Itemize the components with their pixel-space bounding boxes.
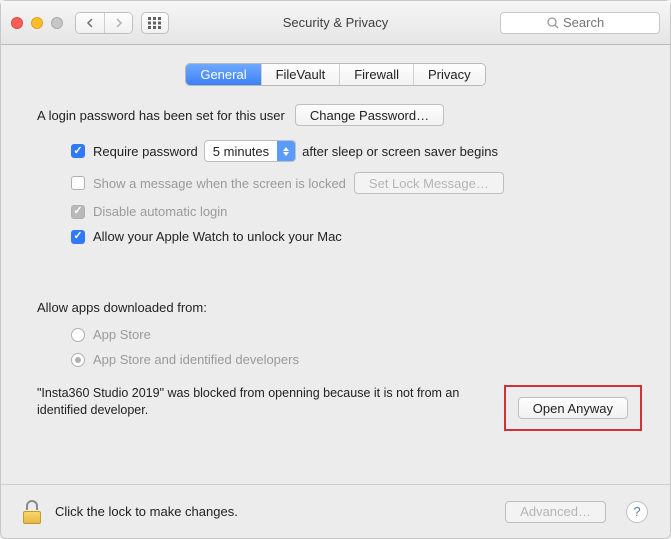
downloads-section-label: Allow apps downloaded from: (37, 300, 642, 315)
app-store-label: App Store (93, 327, 151, 342)
tab-firewall[interactable]: Firewall (339, 64, 413, 85)
require-password-row: Require password 5 minutes after sleep o… (71, 140, 642, 162)
change-password-button[interactable]: Change Password… (295, 104, 444, 126)
apple-watch-checkbox[interactable] (71, 230, 85, 244)
download-source-group: App Store App Store and identified devel… (71, 327, 642, 377)
require-password-delay-value: 5 minutes (205, 144, 277, 159)
preferences-window: Security & Privacy General FileVault Fir… (0, 0, 671, 539)
open-anyway-button[interactable]: Open Anyway (518, 397, 628, 419)
title-bar: Security & Privacy (1, 1, 670, 45)
search-input[interactable] (563, 15, 613, 30)
open-anyway-highlight: Open Anyway (504, 385, 642, 431)
login-password-text: A login password has been set for this u… (37, 108, 285, 123)
require-password-label: Require password (93, 144, 198, 159)
identified-devs-label: App Store and identified developers (93, 352, 299, 367)
search-field[interactable] (500, 12, 660, 34)
apple-watch-row: Allow your Apple Watch to unlock your Ma… (71, 229, 642, 244)
show-message-label: Show a message when the screen is locked (93, 176, 346, 191)
tab-bar: General FileVault Firewall Privacy (29, 63, 642, 86)
identified-devs-row: App Store and identified developers (71, 352, 642, 367)
forward-button[interactable] (104, 13, 132, 33)
login-password-row: A login password has been set for this u… (37, 104, 642, 126)
window-controls (11, 17, 63, 29)
show-message-checkbox[interactable] (71, 176, 85, 190)
window-title: Security & Privacy (283, 15, 388, 30)
lock-icon[interactable] (23, 500, 43, 524)
show-all-button[interactable] (141, 12, 169, 34)
zoom-icon[interactable] (51, 17, 63, 29)
help-button[interactable]: ? (626, 501, 648, 523)
footer-bar: Click the lock to make changes. Advanced… (1, 484, 670, 538)
blocked-app-row: "Insta360 Studio 2019" was blocked from … (37, 385, 642, 431)
tab-privacy[interactable]: Privacy (413, 64, 485, 85)
password-options: Require password 5 minutes after sleep o… (71, 140, 642, 254)
lock-text: Click the lock to make changes. (55, 504, 238, 519)
nav-history (75, 12, 133, 34)
disable-auto-login-label: Disable automatic login (93, 204, 227, 219)
show-message-row: Show a message when the screen is locked… (71, 172, 642, 194)
require-password-checkbox[interactable] (71, 144, 85, 158)
grid-icon (148, 17, 162, 29)
advanced-button[interactable]: Advanced… (505, 501, 606, 523)
chevron-left-icon (86, 18, 94, 28)
disable-auto-login-row: Disable automatic login (71, 204, 642, 219)
search-icon (547, 17, 559, 29)
tab-general[interactable]: General (186, 64, 260, 85)
tab-segment: General FileVault Firewall Privacy (185, 63, 485, 86)
tab-filevault[interactable]: FileVault (261, 64, 340, 85)
close-icon[interactable] (11, 17, 23, 29)
identified-devs-radio (71, 353, 85, 367)
app-store-row: App Store (71, 327, 642, 342)
chevron-right-icon (115, 18, 123, 28)
disable-auto-login-checkbox[interactable] (71, 205, 85, 219)
content-area: General FileVault Firewall Privacy A log… (1, 45, 670, 484)
back-button[interactable] (76, 13, 104, 33)
blocked-app-message: "Insta360 Studio 2019" was blocked from … (37, 385, 492, 419)
set-lock-message-button: Set Lock Message… (354, 172, 504, 194)
require-password-delay-select[interactable]: 5 minutes (204, 140, 296, 162)
minimize-icon[interactable] (31, 17, 43, 29)
select-stepper-icon (277, 141, 295, 161)
require-password-suffix: after sleep or screen saver begins (302, 144, 498, 159)
app-store-radio (71, 328, 85, 342)
apple-watch-label: Allow your Apple Watch to unlock your Ma… (93, 229, 342, 244)
